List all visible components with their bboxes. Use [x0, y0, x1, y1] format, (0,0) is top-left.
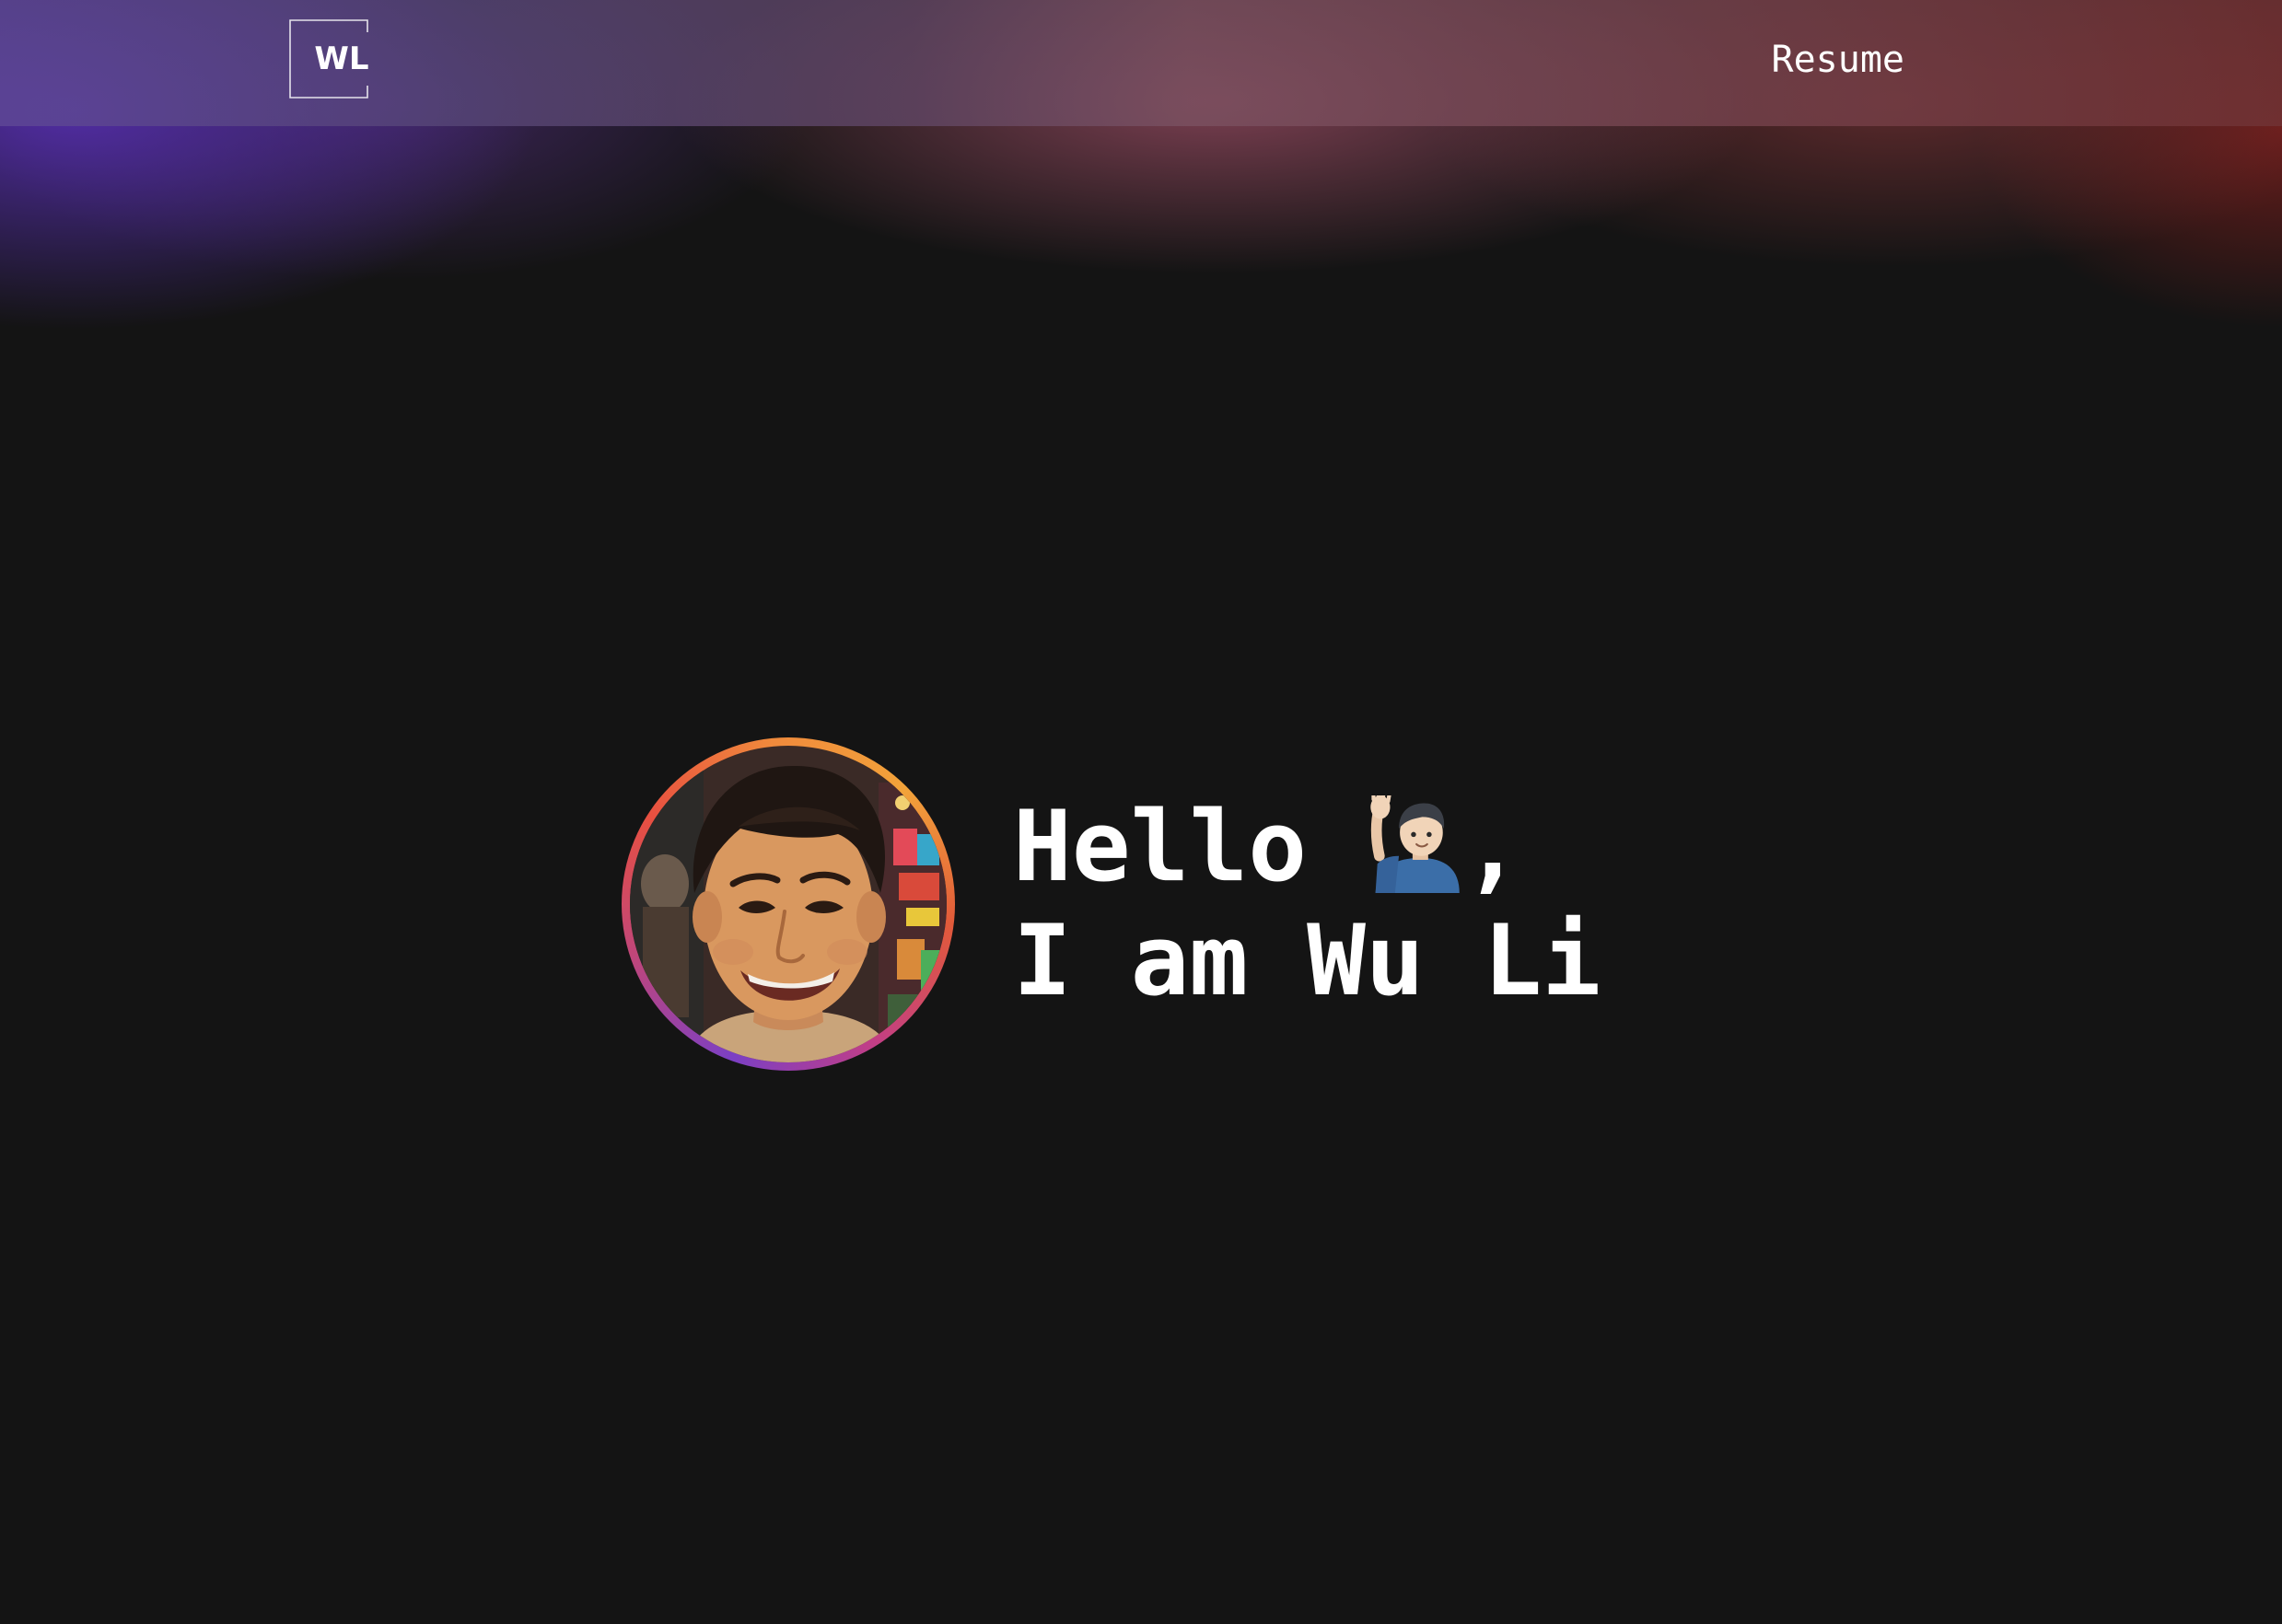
navbar: WL Resume: [0, 0, 2282, 126]
logo-text: WL: [314, 41, 368, 77]
raising-hand-emoji-icon: [1370, 795, 1460, 894]
greeting-line-1: Hello ,: [1013, 790, 1601, 904]
greeting-heading: Hello , I am Wu Li: [1013, 790, 1601, 1018]
hero: Hello , I am Wu Li: [622, 725, 1601, 1084]
greeting-suffix: ,: [1462, 790, 1522, 904]
intro-line: I am Wu Li: [1013, 904, 1601, 1018]
avatar: [630, 746, 947, 1063]
resume-link[interactable]: Resume: [1772, 37, 1905, 83]
logo[interactable]: WL: [289, 19, 368, 99]
avatar-ring: [622, 737, 955, 1072]
greeting-word: Hello: [1013, 790, 1366, 904]
